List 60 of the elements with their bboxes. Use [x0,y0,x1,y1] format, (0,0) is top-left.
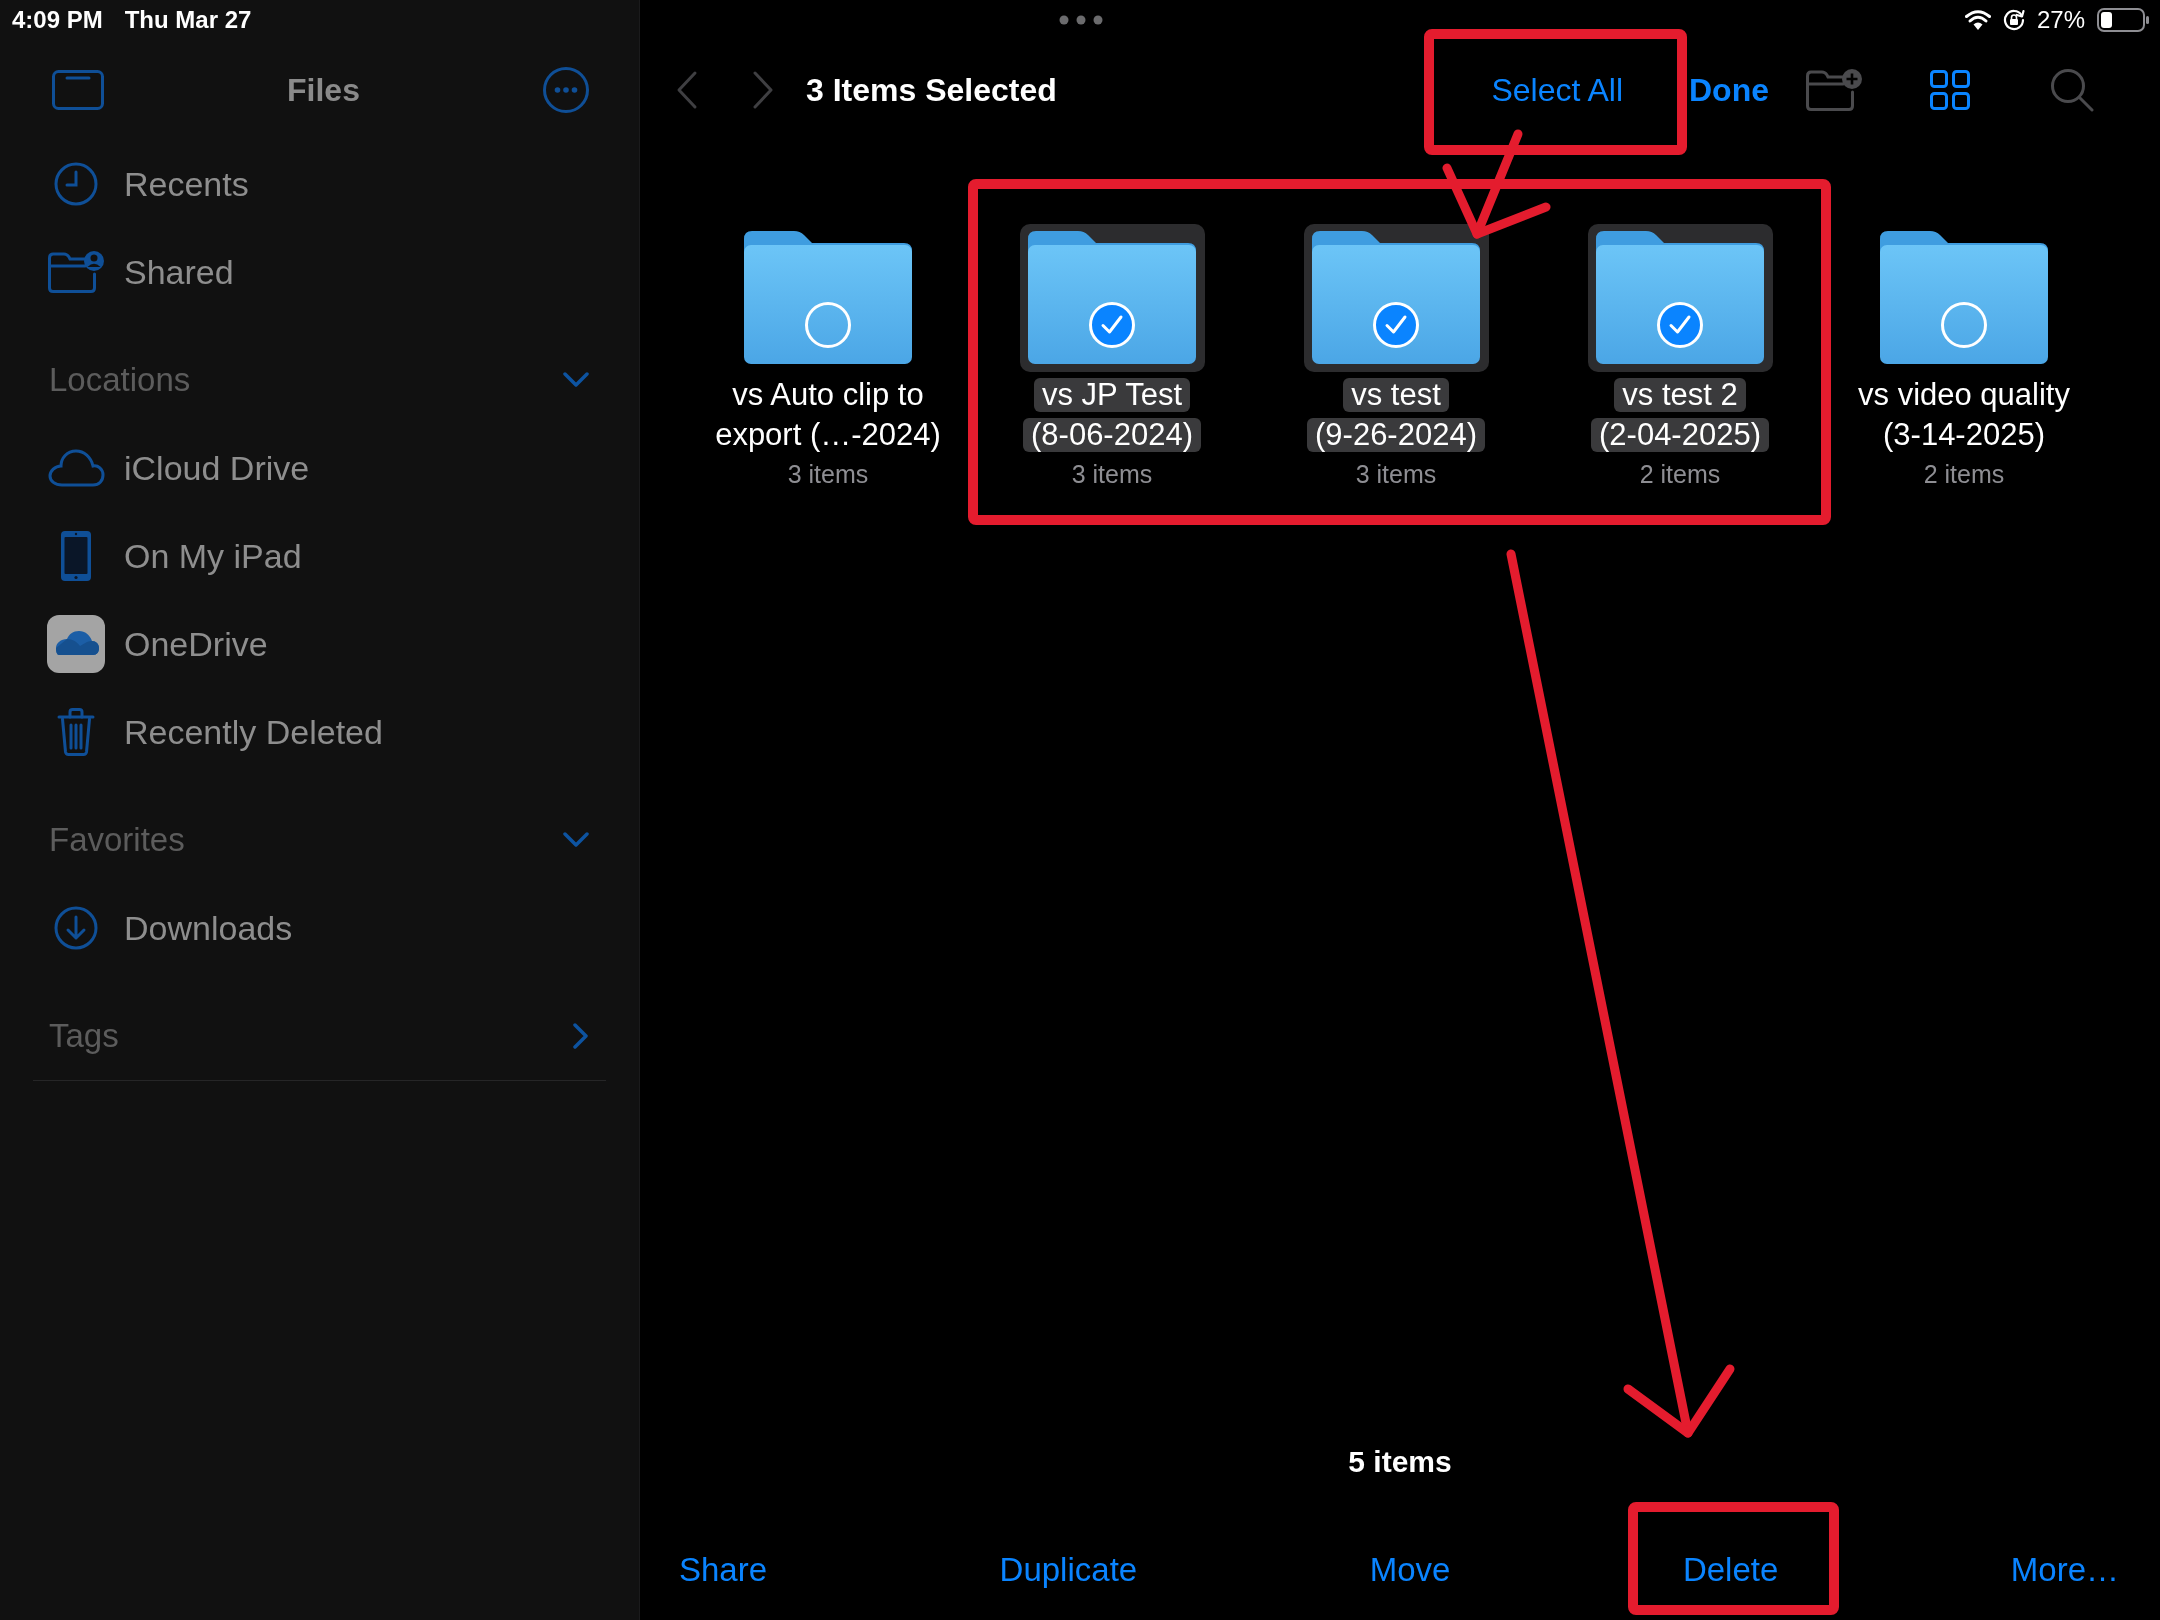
action-button[interactable]: Move [1369,1551,1451,1589]
section-title: Tags [49,1017,119,1055]
section-title: Favorites [49,821,185,859]
orientation-lock-icon [2002,9,2025,31]
action-button[interactable]: Duplicate [999,1551,1138,1589]
sidebar-icon[interactable] [52,70,104,110]
folder-icon[interactable] [1879,231,2048,364]
wifi-icon [1964,10,1991,30]
item-count: 3 items [1071,460,1153,488]
download-icon [54,906,98,950]
folder-icon[interactable] [1595,231,1764,364]
sidebar-item[interactable]: Downloads [47,906,293,950]
sidebar-title: Files [287,71,360,109]
folder-icon[interactable] [1311,231,1480,364]
folder-name: vs test 2 (2-04-2025) [1591,375,1769,455]
item-count: 3 items [787,460,869,488]
item-count: 2 items [1923,460,2005,488]
multitasking-dots-icon[interactable] [1058,15,1103,25]
sidebar-item[interactable]: On My iPad [47,531,302,581]
sidebar-item[interactable]: Shared [47,250,234,294]
check-circle-icon[interactable] [1088,302,1135,348]
status-time: 4:09 PM [12,6,103,34]
battery-percentage: 27% [2036,6,2085,34]
clock-icon [54,162,98,206]
circle-icon[interactable] [804,302,851,348]
sidebar-item[interactable]: OneDrive [47,615,268,673]
chevron-right-icon[interactable] [573,1023,589,1049]
folder-name: vs Auto clip to export (…-2024) [714,376,942,454]
action-button[interactable]: Delete [1682,1551,1779,1589]
select-all-button[interactable]: Select All [1491,71,1623,109]
folder-name: vs JP Test (8-06-2024) [1023,375,1201,455]
folder-name: vs video quality (3-14-2025) [1857,376,2071,454]
grid-icon[interactable] [1930,70,1970,110]
item-count-summary: 5 items [1348,1445,1452,1479]
more-icon[interactable] [543,67,589,113]
folder-name: vs test (9-26-2024) [1307,375,1485,455]
folder-icon[interactable] [1027,231,1196,364]
folder-icon[interactable] [743,231,912,364]
done-button[interactable]: Done [1689,71,1769,109]
action-button[interactable]: Share [679,1551,768,1589]
sidebar-item[interactable]: Recently Deleted [47,707,383,757]
check-circle-icon[interactable] [1372,302,1419,348]
battery-icon [2097,8,2149,32]
tablet-icon [61,531,91,581]
item-count: 2 items [1639,460,1721,488]
action-button[interactable]: More… [2010,1551,2119,1589]
sidebar-item[interactable]: iCloud Drive [47,448,310,488]
sidebar-item[interactable]: Recents [47,162,249,206]
cloud-icon [47,448,105,488]
cloud-tile-icon [47,615,105,673]
status-date: Thu Mar 27 [124,6,252,34]
chevron-down-icon[interactable] [563,372,589,388]
check-circle-icon[interactable] [1656,302,1703,348]
chevron-down-icon[interactable] [563,832,589,848]
trash-icon [56,707,96,757]
toolbar-title: 3 Items Selected [806,71,1057,109]
section-title: Locations [49,361,191,399]
item-count: 3 items [1355,460,1437,488]
circle-icon[interactable] [1940,302,1987,348]
shared-folder-icon [47,250,105,294]
